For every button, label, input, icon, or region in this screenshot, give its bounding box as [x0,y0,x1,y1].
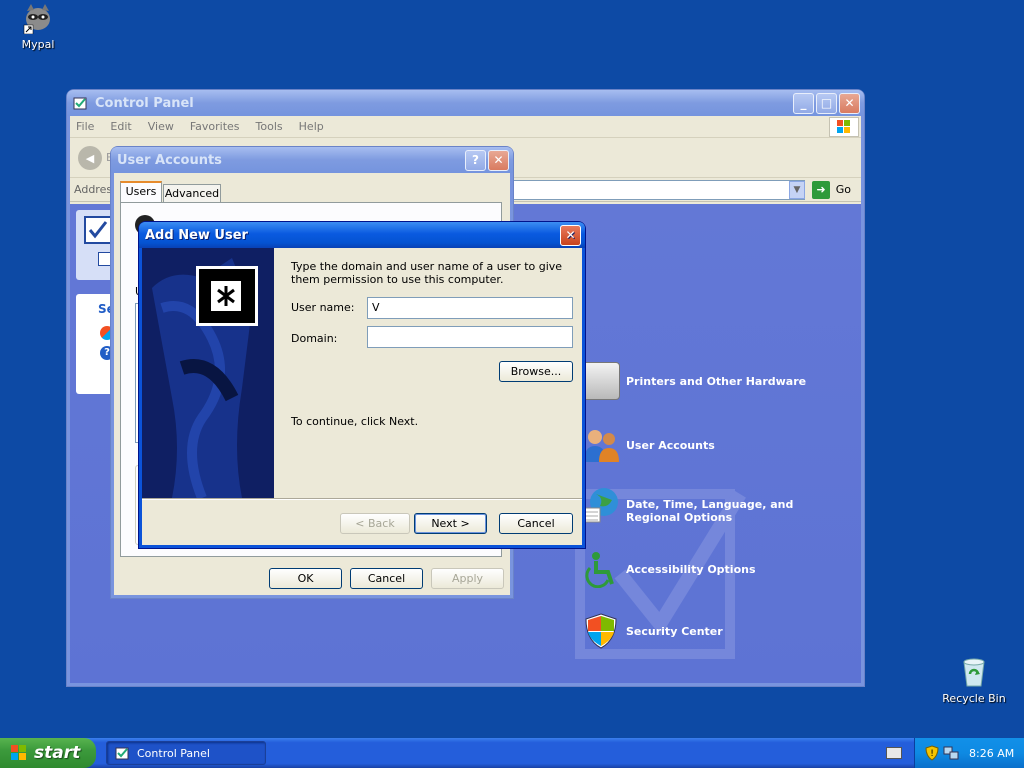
address-field[interactable] [510,180,805,200]
add-new-user-window: Add New User ✕ Type the domain and user … [139,222,585,548]
go-arrow-icon[interactable]: ➜ [812,181,830,199]
desktop-icon-mypal[interactable]: Mypal [0,2,78,51]
accessibility-icon [582,550,620,589]
back-button[interactable]: < Back [340,513,410,534]
next-button[interactable]: Next > [414,513,487,534]
close-button[interactable]: ✕ [560,224,581,246]
back-arrow-icon[interactable]: ◀ [78,146,102,170]
panel-check-icon [84,216,112,244]
category-label: User Accounts [626,438,715,452]
system-tray: ! 8:26 AM [914,738,1024,768]
windows-flag-icon [10,744,28,762]
close-button[interactable]: ✕ [839,92,860,114]
switch-view-icon[interactable] [98,252,112,266]
category-security-center[interactable]: Security Center [582,612,723,650]
tab-label: Advanced [164,187,220,200]
shield-icon [582,612,620,650]
menu-bar: File Edit View Favorites Tools Help [70,116,861,138]
wizard-banner-image [142,248,274,498]
taskbar: start Control Panel ! 8:26 AM [0,738,1024,768]
desktop-icon-recycle-bin[interactable]: Recycle Bin [934,656,1014,705]
menu-edit[interactable]: Edit [110,120,131,133]
category-label: Printers and Other Hardware [626,374,807,388]
control-panel-icon [115,745,131,761]
category-printers[interactable]: Printers and Other Hardware [582,362,806,400]
category-user-accounts[interactable]: User Accounts [582,426,715,464]
menu-help[interactable]: Help [299,120,324,133]
start-button[interactable]: start [0,738,96,768]
taskbar-button-control-panel[interactable]: Control Panel [106,741,266,765]
svg-text:!: ! [930,749,934,759]
wizard-divider [142,498,582,500]
keyboard-icon[interactable] [886,747,902,759]
wizard-intro-text: Type the domain and user name of a user … [291,260,563,286]
close-button[interactable]: ✕ [488,149,509,171]
domain-field[interactable] [367,326,573,348]
username-field[interactable]: V [367,297,573,319]
category-label: Accessibility Options [626,562,756,576]
desktop-icon-label: Recycle Bin [942,692,1006,705]
apply-button[interactable]: Apply [431,568,504,589]
category-accessibility[interactable]: Accessibility Options [582,550,756,589]
cancel-button[interactable]: Cancel [350,568,423,589]
window-title: Add New User [145,227,248,243]
clock: 8:26 AM [969,746,1015,760]
category-label: Security Center [626,624,723,638]
security-shield-icon[interactable]: ! [925,745,939,761]
printer-icon [582,362,620,400]
cancel-button[interactable]: Cancel [499,513,573,534]
add-new-user-titlebar[interactable]: Add New User ✕ [139,222,585,248]
window-title: User Accounts [117,152,222,168]
recycle-bin-icon [958,656,990,688]
mypal-raccoon-icon [22,2,54,35]
continue-text: To continue, click Next. [291,415,419,428]
menu-favorites[interactable]: Favorites [190,120,240,133]
category-label: Date, Time, Language, and Regional Optio… [626,498,794,524]
category-date-time[interactable]: Date, Time, Language, and Regional Optio… [582,486,842,524]
network-icon[interactable] [943,745,959,761]
desktop-icon-label: Mypal [21,38,55,51]
address-label: Addres [74,183,113,196]
browse-button[interactable]: Browse... [499,361,573,382]
tab-advanced[interactable]: Advanced [163,184,221,203]
ok-button[interactable]: OK [269,568,342,589]
address-dropdown-button[interactable]: ▼ [789,181,805,199]
minimize-button[interactable]: _ [793,92,814,114]
window-title: Control Panel [95,95,194,111]
globe-clock-icon [582,486,620,524]
control-panel-titlebar[interactable]: Control Panel _ □ ✕ [67,90,864,116]
menu-view[interactable]: View [148,120,174,133]
user-accounts-titlebar[interactable]: User Accounts ? ✕ [111,147,513,173]
maximize-button[interactable]: □ [816,92,837,114]
wizard-key-icon [196,266,258,326]
domain-label: Domain: [291,332,338,345]
tab-users[interactable]: Users [120,181,162,203]
go-label[interactable]: Go [836,183,851,196]
tab-label: Users [125,185,157,198]
menu-tools[interactable]: Tools [256,120,283,133]
menu-file[interactable]: File [76,120,94,133]
task-label: Control Panel [137,746,210,760]
start-label: start [34,743,81,763]
control-panel-icon [73,95,89,111]
users-icon [582,426,620,464]
help-button[interactable]: ? [465,149,486,171]
username-label: User name: [291,301,355,314]
windows-logo-icon [829,117,859,137]
